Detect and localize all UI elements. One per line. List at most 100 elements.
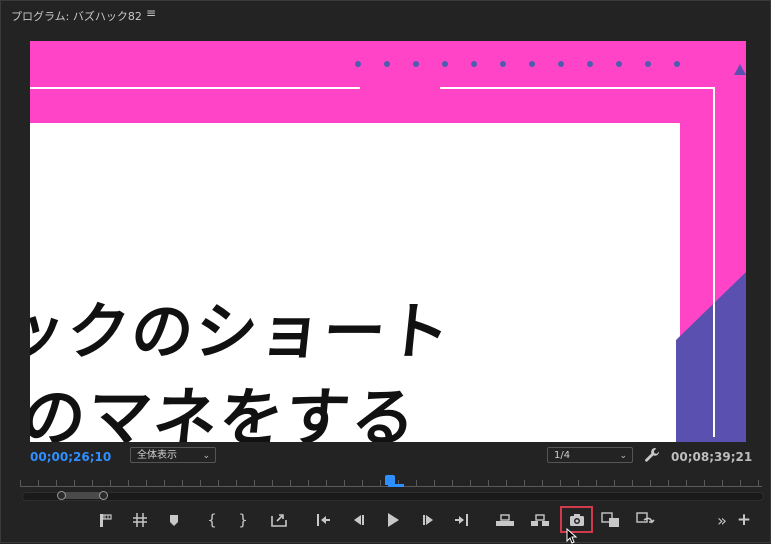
video-dot bbox=[384, 61, 390, 67]
ruler-tick bbox=[758, 480, 759, 486]
triangle-icon bbox=[734, 64, 746, 75]
lift-button[interactable] bbox=[492, 507, 518, 533]
mark-in-button[interactable]: { bbox=[199, 507, 225, 533]
add-marker-icon bbox=[100, 514, 112, 527]
step-forward-button[interactable] bbox=[416, 507, 442, 533]
ruler-tick bbox=[218, 480, 219, 486]
ruler-tick bbox=[326, 480, 327, 486]
wrench-icon[interactable] bbox=[644, 447, 660, 463]
program-video-frame[interactable]: ックのショート のマネをする bbox=[30, 41, 746, 442]
mouse-cursor-icon bbox=[566, 528, 578, 544]
marker-button[interactable] bbox=[161, 507, 187, 533]
go-to-in-icon bbox=[317, 514, 330, 526]
mark-in-icon: { bbox=[207, 511, 217, 529]
video-line-left bbox=[30, 87, 360, 89]
ruler-tick bbox=[650, 480, 651, 486]
ruler-tick bbox=[704, 480, 705, 486]
ruler-tick bbox=[128, 480, 129, 486]
marker-icon bbox=[170, 515, 178, 526]
zoom-handle-left[interactable] bbox=[57, 491, 66, 500]
comparison-view-button[interactable] bbox=[598, 507, 624, 533]
video-dot bbox=[500, 61, 506, 67]
zoom-handle-right[interactable] bbox=[99, 491, 108, 500]
video-dot bbox=[471, 61, 477, 67]
hamburger-icon[interactable]: ≡ bbox=[146, 6, 156, 20]
export-button[interactable] bbox=[266, 507, 292, 533]
video-dot bbox=[529, 61, 535, 67]
go-to-out-icon bbox=[455, 514, 468, 526]
playhead-indicator bbox=[388, 484, 404, 487]
export-icon bbox=[271, 514, 287, 527]
clear-in-out-button[interactable] bbox=[127, 507, 153, 533]
ruler-tick bbox=[488, 480, 489, 486]
ruler-tick bbox=[290, 480, 291, 486]
step-forward-icon bbox=[423, 515, 433, 525]
add-button[interactable]: + bbox=[734, 507, 754, 533]
ruler-tick bbox=[416, 480, 417, 486]
ruler-tick bbox=[686, 480, 687, 486]
ruler-tick bbox=[434, 480, 435, 486]
panel-header: プログラム: バズハック82 ≡ bbox=[0, 0, 771, 30]
video-dot bbox=[558, 61, 564, 67]
ruler-tick bbox=[578, 480, 579, 486]
ruler-tick bbox=[20, 480, 21, 486]
mark-out-icon: } bbox=[238, 511, 248, 529]
ruler-tick bbox=[524, 480, 525, 486]
zoom-scrollbar[interactable] bbox=[22, 492, 764, 501]
panel-title[interactable]: プログラム: バズハック82 bbox=[11, 8, 142, 24]
camera-icon bbox=[569, 513, 584, 526]
video-dot bbox=[616, 61, 622, 67]
ruler-tick bbox=[722, 480, 723, 486]
ruler-tick bbox=[542, 480, 543, 486]
video-line-vertical bbox=[713, 87, 715, 437]
ruler-tick bbox=[560, 480, 561, 486]
zoom-level-select[interactable]: 全体表示 ⌄ bbox=[130, 447, 216, 463]
playback-resolution-select[interactable]: 1/4 ⌄ bbox=[547, 447, 633, 463]
ruler-tick bbox=[614, 480, 615, 486]
ruler-tick bbox=[200, 480, 201, 486]
go-to-out-button[interactable] bbox=[449, 507, 475, 533]
video-dot bbox=[413, 61, 419, 67]
proxy-toggle-icon bbox=[636, 512, 655, 524]
ruler-tick bbox=[452, 480, 453, 486]
ruler-tick bbox=[740, 480, 741, 486]
go-to-in-button[interactable] bbox=[310, 507, 336, 533]
extract-icon bbox=[531, 514, 549, 526]
ruler-tick bbox=[308, 480, 309, 486]
ruler-tick bbox=[56, 480, 57, 486]
comparison-view-icon bbox=[601, 512, 619, 527]
lift-icon bbox=[496, 514, 514, 526]
ruler-tick bbox=[380, 480, 381, 486]
ruler-tick bbox=[182, 480, 183, 486]
clear-in-out-icon bbox=[133, 513, 147, 527]
ruler-tick bbox=[74, 480, 75, 486]
current-timecode[interactable]: 00;00;26;10 bbox=[30, 450, 111, 464]
ruler-tick bbox=[110, 480, 111, 486]
ruler-tick bbox=[344, 480, 345, 486]
ruler-tick bbox=[506, 480, 507, 486]
proxy-toggle-button[interactable] bbox=[633, 507, 659, 533]
ruler-tick bbox=[146, 480, 147, 486]
video-caption-line2: のマネをする bbox=[30, 382, 422, 442]
video-dot bbox=[355, 61, 361, 67]
ruler-tick bbox=[254, 480, 255, 486]
duration-timecode: 00;08;39;21 bbox=[671, 450, 753, 464]
extract-button[interactable] bbox=[527, 507, 553, 533]
add-marker-button[interactable] bbox=[92, 507, 118, 533]
play-button[interactable] bbox=[380, 507, 406, 533]
more-button[interactable]: » bbox=[712, 507, 732, 533]
ruler-tick bbox=[236, 480, 237, 486]
chevron-down-icon: ⌄ bbox=[202, 451, 210, 461]
plus-icon: + bbox=[736, 510, 752, 530]
step-back-button[interactable] bbox=[345, 507, 371, 533]
mark-out-button[interactable]: } bbox=[230, 507, 256, 533]
ruler-tick bbox=[668, 480, 669, 486]
video-purple-corner bbox=[676, 272, 746, 442]
ruler-tick bbox=[272, 480, 273, 486]
zoom-level-value: 全体表示 bbox=[137, 450, 177, 461]
video-dot bbox=[587, 61, 593, 67]
video-line-right bbox=[440, 87, 715, 89]
video-dot bbox=[645, 61, 651, 67]
video-dot bbox=[674, 61, 680, 67]
ruler-tick bbox=[470, 480, 471, 486]
